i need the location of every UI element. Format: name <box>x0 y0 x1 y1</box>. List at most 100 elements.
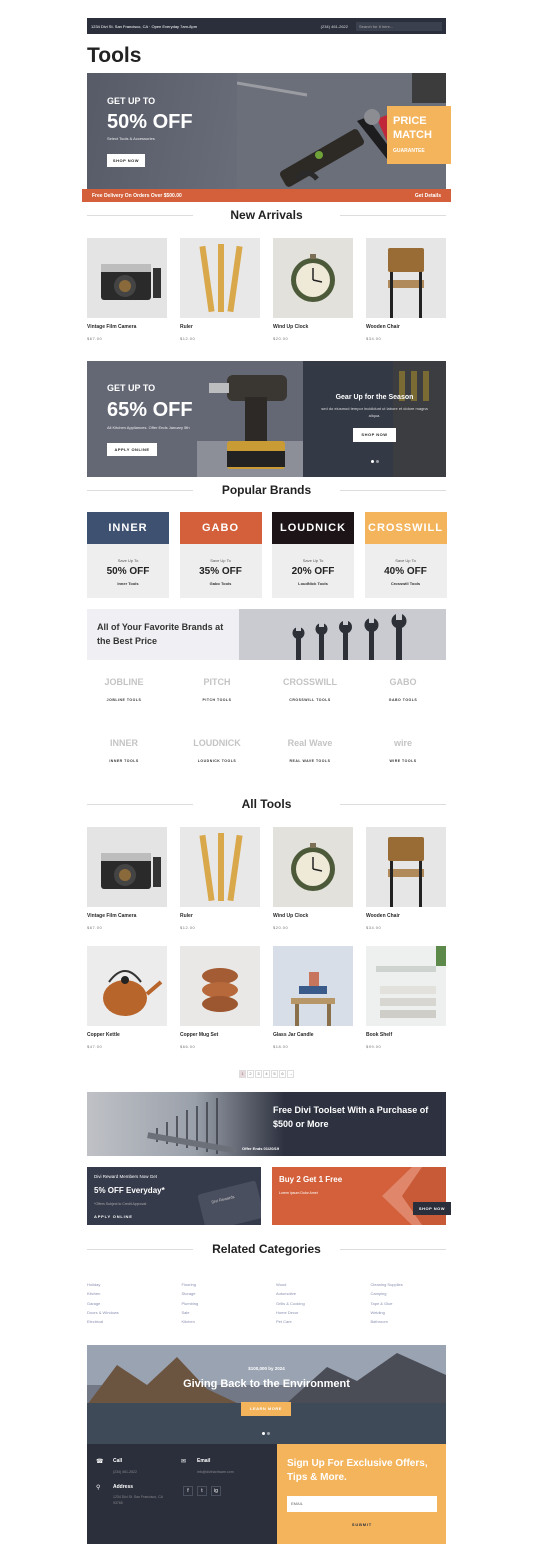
product-name[interactable]: Ruler <box>180 324 260 330</box>
environment-learn-more-button[interactable]: LEARN MORE <box>241 1402 291 1416</box>
delivery-details-link[interactable]: Get Details <box>415 193 441 199</box>
product-image[interactable] <box>180 946 260 1026</box>
brand-card[interactable]: INNER Save Up To 50% OFF Inner Tools <box>87 512 169 598</box>
toolset-offer-ends: Offer Ends 01/20/19 <box>242 1146 280 1151</box>
page-link[interactable]: 4 <box>263 1070 270 1078</box>
product-image[interactable] <box>273 238 353 318</box>
product-name[interactable]: Wind Up Clock <box>273 324 353 330</box>
product-image[interactable] <box>180 827 260 907</box>
slider-dot-2[interactable] <box>376 460 379 463</box>
page-link[interactable]: 2 <box>247 1070 254 1078</box>
brand-logo-item[interactable]: LOUDNICK LOUDNICK TOOLS <box>177 733 257 763</box>
product-card[interactable]: Glass Jar Candle $18.00 <box>273 946 353 1049</box>
product-name[interactable]: Vintage Film Camera <box>87 913 167 919</box>
product-image[interactable] <box>273 946 353 1026</box>
brand-logo-item[interactable]: GABO GABO TOOLS <box>363 672 443 702</box>
product-card[interactable]: Vintage Film Camera $67.00 <box>87 827 167 930</box>
product-name[interactable]: Ruler <box>180 913 260 919</box>
brand-logo-item[interactable]: CROSSWILL CROSSWILL TOOLS <box>270 672 350 702</box>
category-link[interactable]: Pet Care <box>276 1319 356 1328</box>
category-link[interactable]: Home Decor <box>276 1310 356 1319</box>
category-link[interactable]: Holiday <box>87 1282 167 1291</box>
product-card[interactable]: Copper Mug Set $66.00 <box>180 946 260 1049</box>
product-image[interactable] <box>366 827 446 907</box>
category-link[interactable]: Garage <box>87 1301 167 1310</box>
twitter-icon[interactable]: t <box>197 1486 207 1496</box>
email-value[interactable]: info@divihardware.com <box>197 1469 234 1475</box>
product-card[interactable]: Book Shelf $99.00 <box>366 946 446 1049</box>
product-image[interactable] <box>87 827 167 907</box>
brand-logo-item[interactable]: PITCH PITCH TOOLS <box>177 672 257 702</box>
category-link[interactable]: Grills & Cooking <box>276 1301 356 1310</box>
email-input[interactable]: EMAIL <box>287 1496 437 1512</box>
product-card[interactable]: Copper Kettle $47.00 <box>87 946 167 1049</box>
category-link[interactable]: Bathroom <box>371 1319 451 1328</box>
category-link[interactable]: Kitchen <box>87 1291 167 1300</box>
category-link[interactable]: Camping <box>371 1291 451 1300</box>
product-name[interactable]: Glass Jar Candle <box>273 1032 353 1038</box>
category-link[interactable]: Flooring <box>182 1282 262 1291</box>
facebook-icon[interactable]: f <box>183 1486 193 1496</box>
brand-card[interactable]: GABO Save Up To 35% OFF Gabo Tools <box>179 512 262 598</box>
category-link[interactable]: Sale <box>182 1310 262 1319</box>
product-card[interactable]: Ruler $12.00 <box>180 238 260 341</box>
category-link[interactable]: Electrical <box>87 1319 167 1328</box>
product-card[interactable]: Ruler $12.00 <box>180 827 260 930</box>
category-link[interactable]: Welding <box>371 1310 451 1319</box>
category-link[interactable]: Tape & Glue <box>371 1301 451 1310</box>
page-link[interactable]: 5 <box>271 1070 278 1078</box>
product-name[interactable]: Wooden Chair <box>366 324 446 330</box>
promo-apply-online-button[interactable]: APPLY ONLINE <box>107 443 157 456</box>
product-name[interactable]: Wooden Chair <box>366 913 446 919</box>
product-name[interactable]: Vintage Film Camera <box>87 324 167 330</box>
product-card[interactable]: Wooden Chair $34.00 <box>366 238 446 341</box>
submit-button[interactable]: SUBMIT <box>287 1522 437 1527</box>
brand-logo-item[interactable]: wire WIRE TOOLS <box>363 733 443 763</box>
product-name[interactable]: Book Shelf <box>366 1032 446 1038</box>
instagram-icon[interactable]: ig <box>211 1486 221 1496</box>
product-image[interactable] <box>180 238 260 318</box>
product-image[interactable] <box>366 946 446 1026</box>
brand-logo-mark: Real Wave <box>287 738 333 748</box>
category-link[interactable]: Cleaning Supplies <box>371 1282 451 1291</box>
brand-logo-item[interactable]: JOBLINE JOBLINE TOOLS <box>84 672 164 702</box>
category-link[interactable]: Plumbing <box>182 1301 262 1310</box>
brand-card[interactable]: CROSSWILL Save Up To 40% OFF Crosswill Tool… <box>364 512 447 598</box>
product-name[interactable]: Copper Mug Set <box>180 1032 260 1038</box>
product-card[interactable]: Wind Up Clock $20.00 <box>273 827 353 930</box>
brand-card[interactable]: LOUDNICK Save Up To 20% OFF LoudNick Tools <box>272 512 354 598</box>
product-image[interactable] <box>87 946 167 1026</box>
category-link[interactable]: Doors & Windows <box>87 1310 167 1319</box>
category-link[interactable]: Automotive <box>276 1291 356 1300</box>
hero-shop-now-button[interactable]: SHOP NOW <box>107 154 145 167</box>
store-phone[interactable]: (234) 461-2622 <box>321 24 348 29</box>
product-name[interactable]: Wind Up Clock <box>273 913 353 919</box>
brand-logo-item[interactable]: Real Wave REAL WAVE TOOLS <box>270 733 350 763</box>
product-card[interactable]: Wind Up Clock $20.00 <box>273 238 353 341</box>
brand-logo-item[interactable]: INNER INNER TOOLS <box>84 733 164 763</box>
product-image[interactable] <box>273 827 353 907</box>
environment-dot-2[interactable] <box>267 1432 270 1435</box>
product-image[interactable] <box>366 238 446 318</box>
page-link[interactable]: 6 <box>279 1070 286 1078</box>
page-link[interactable]: 1 <box>239 1070 246 1078</box>
category-link[interactable]: Kitchen <box>182 1319 262 1328</box>
product-name[interactable]: Copper Kettle <box>87 1032 167 1038</box>
search-input[interactable]: Search for It here... <box>356 21 442 31</box>
product-photo <box>273 946 353 1026</box>
category-link[interactable]: Wood <box>276 1282 356 1291</box>
reward-apply-online-link[interactable]: APPLY ONLINE <box>94 1214 133 1219</box>
brand-save-label: Save Up To <box>117 558 139 563</box>
slider-shop-now-button[interactable]: SHOP NOW <box>353 428 396 442</box>
page-link[interactable]: 3 <box>255 1070 262 1078</box>
buy2get1-shop-now-button[interactable]: SHOP NOW <box>413 1202 451 1215</box>
product-card[interactable]: Wooden Chair $34.00 <box>366 827 446 930</box>
product-card[interactable]: Vintage Film Camera $67.00 <box>87 238 167 341</box>
product-image[interactable] <box>87 238 167 318</box>
environment-dot-1[interactable] <box>262 1432 265 1435</box>
slider-dot-1[interactable] <box>371 460 374 463</box>
call-value[interactable]: (234) 461-2622 <box>113 1469 137 1475</box>
page-link[interactable]: → <box>287 1070 294 1078</box>
category-link[interactable]: Storage <box>182 1291 262 1300</box>
toolset-banner[interactable]: Free Divi Toolset With a Purchase of $50… <box>87 1092 446 1156</box>
